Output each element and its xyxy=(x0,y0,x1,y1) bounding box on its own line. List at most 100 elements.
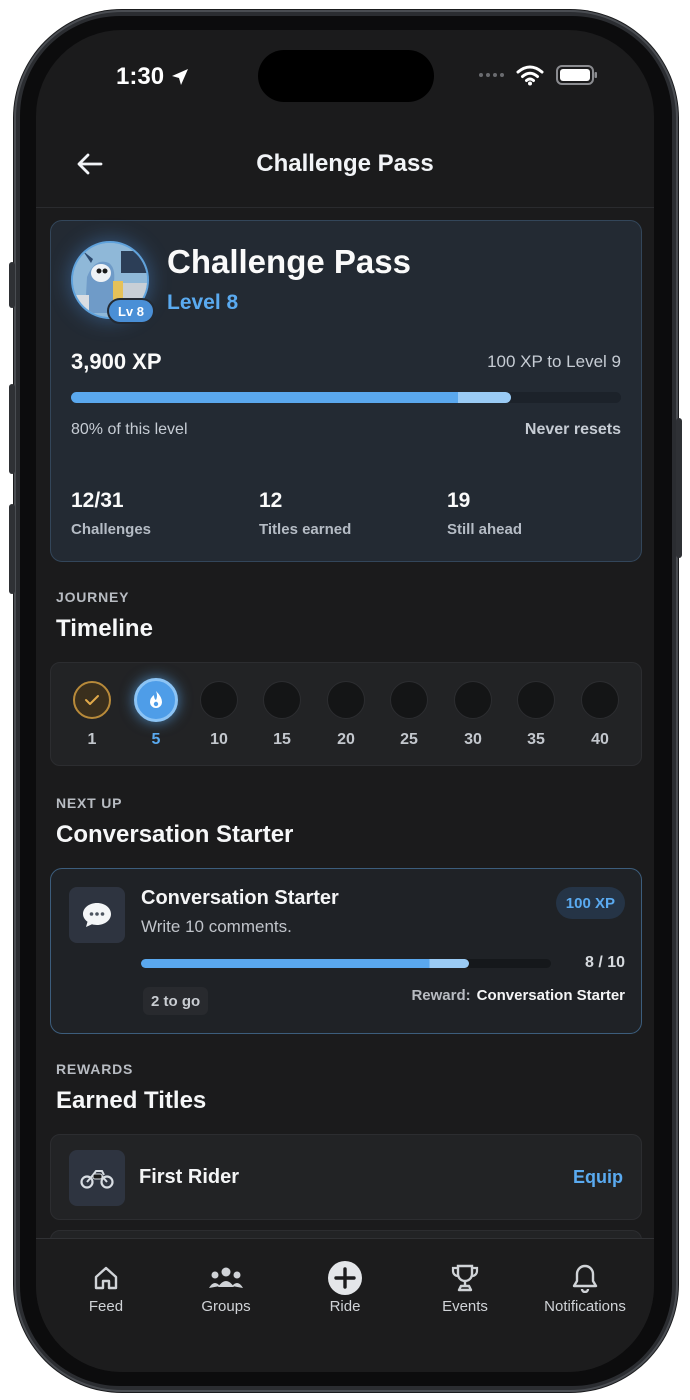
home-icon xyxy=(94,1266,118,1290)
earned-titles-heading: Earned Titles xyxy=(56,1087,207,1114)
side-button-volume-up xyxy=(9,384,15,474)
milestone-label: 15 xyxy=(273,731,291,748)
journey-kicker: JOURNEY xyxy=(56,589,130,605)
task-icon-tile xyxy=(69,887,125,943)
tab-label: Notifications xyxy=(544,1298,626,1315)
milestone-node-locked xyxy=(200,681,238,719)
level-badge: Lv 8 xyxy=(107,298,155,324)
title-icon-tile xyxy=(69,1150,125,1206)
trophy-icon xyxy=(451,1264,479,1292)
wifi-icon xyxy=(516,65,544,86)
task-progress-count: 8 / 10 xyxy=(584,954,625,971)
motorcycle-icon xyxy=(80,1170,114,1189)
rewards-kicker: REWARDS xyxy=(56,1061,134,1077)
milestone-node-done xyxy=(73,681,111,719)
hero-level: Level 8 xyxy=(167,291,239,314)
stat-challenges: 12/31 Challenges xyxy=(71,489,151,538)
status-time: 1:30 xyxy=(116,63,190,91)
title-name: First Rider xyxy=(139,1166,240,1188)
task-description: Write 10 comments. xyxy=(141,917,292,936)
next-up-kicker: NEXT UP xyxy=(56,795,123,811)
battery-icon xyxy=(556,65,597,85)
xp-progress-fill xyxy=(71,392,511,403)
tab-groups[interactable]: Groups xyxy=(166,1261,286,1315)
side-button-silent xyxy=(9,262,15,308)
milestone-node-locked xyxy=(454,681,492,719)
stat-value: 12 xyxy=(259,489,283,512)
next-up-heading: Conversation Starter xyxy=(56,821,294,848)
milestone-node-locked xyxy=(263,681,301,719)
milestone-5[interactable]: 5 xyxy=(131,663,181,767)
hero-title: Challenge Pass xyxy=(167,243,411,280)
milestone-20[interactable]: 20 xyxy=(321,663,371,767)
reset-text: Never resets xyxy=(524,421,621,438)
tab-label: Feed xyxy=(88,1298,124,1315)
next-challenge-card[interactable]: Conversation Starter Write 10 comments. … xyxy=(50,868,642,1034)
reward-name: Conversation Starter xyxy=(476,987,625,1004)
tab-icon-wrap xyxy=(166,1261,286,1295)
milestone-node-current xyxy=(134,678,178,722)
bell-icon xyxy=(572,1264,598,1293)
milestone-label: 25 xyxy=(400,731,418,748)
xp-reward-pill: 100 XP xyxy=(555,887,625,919)
milestone-label: 20 xyxy=(337,731,355,748)
tab-label: Events xyxy=(442,1298,488,1315)
milestone-label: 30 xyxy=(464,731,482,748)
tab-label: Groups xyxy=(201,1298,251,1315)
milestone-1[interactable]: 1 xyxy=(67,663,117,767)
xp-total: 3,900 XP xyxy=(71,349,162,374)
tab-feed[interactable]: Feed xyxy=(46,1261,166,1315)
milestone-label: 1 xyxy=(87,731,97,748)
check-icon xyxy=(85,695,99,705)
timeline: 1 5 10 15 20 25 30 35 40 xyxy=(50,662,642,766)
milestone-35[interactable]: 35 xyxy=(511,663,561,767)
tab-notifications[interactable]: Notifications xyxy=(525,1261,645,1315)
milestone-10[interactable]: 10 xyxy=(194,663,244,767)
reward-label: Reward: xyxy=(411,987,471,1004)
task-progress-bar xyxy=(141,959,551,968)
flame-icon xyxy=(150,691,162,708)
tab-events[interactable]: Events xyxy=(405,1261,525,1315)
location-arrow-icon xyxy=(172,69,189,85)
earned-title-item: First Rider Equip xyxy=(50,1134,642,1220)
milestone-node-locked xyxy=(327,681,365,719)
milestone-label: 10 xyxy=(210,731,228,748)
milestone-15[interactable]: 15 xyxy=(257,663,307,767)
dynamic-island xyxy=(258,50,434,102)
status-time-label: 1:30 xyxy=(116,63,165,90)
tab-icon-wrap xyxy=(405,1261,525,1295)
stat-value: 19 xyxy=(447,489,471,512)
stat-titles-earned: 12 Titles earned xyxy=(259,489,351,538)
bottom-tab-bar: Feed Groups Ride Events Notifications xyxy=(36,1238,654,1372)
tab-ride[interactable]: Ride xyxy=(285,1261,405,1315)
stat-value: 12/31 xyxy=(71,489,124,512)
xp-percent-text: 80% of this level xyxy=(71,421,188,438)
milestone-label: 40 xyxy=(591,731,609,748)
side-button-volume-down xyxy=(9,504,15,594)
remaining-chip: 2 to go xyxy=(143,987,209,1015)
milestone-node-locked xyxy=(390,681,428,719)
speech-bubble-icon xyxy=(83,903,111,927)
stat-label: Challenges xyxy=(71,521,152,538)
tab-icon-wrap xyxy=(285,1261,405,1295)
milestone-node-locked xyxy=(581,681,619,719)
avatar[interactable]: Lv 8 xyxy=(71,241,155,324)
stat-still-ahead: 19 Still ahead xyxy=(447,489,522,538)
milestone-40[interactable]: 40 xyxy=(575,663,625,767)
signal-icon xyxy=(479,73,504,77)
plus-circle-icon xyxy=(328,1261,362,1295)
task-title: Conversation Starter xyxy=(141,887,339,909)
xp-progress-bar xyxy=(71,392,621,403)
xp-to-next-level: 100 XP to Level 9 xyxy=(487,352,621,371)
milestone-node-locked xyxy=(517,681,555,719)
stat-label: Still ahead xyxy=(447,521,523,538)
screen: 1:30 Challenge Pass Lv 8 Challenge Pass … xyxy=(36,30,654,1372)
milestone-30[interactable]: 30 xyxy=(448,663,498,767)
tab-icon-wrap xyxy=(46,1261,166,1295)
stat-label: Titles earned xyxy=(259,521,352,538)
equip-button[interactable]: Equip xyxy=(573,1167,623,1188)
milestone-label: 5 xyxy=(151,731,161,748)
milestone-label: 35 xyxy=(527,731,545,748)
task-progress-fill xyxy=(141,959,469,968)
milestone-25[interactable]: 25 xyxy=(384,663,434,767)
